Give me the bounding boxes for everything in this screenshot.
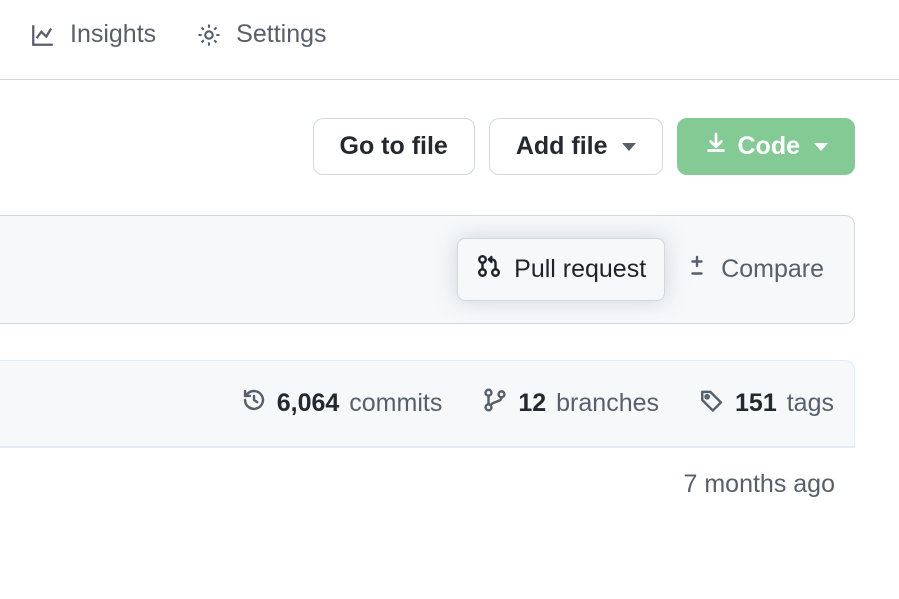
tab-label: Insights [70, 20, 156, 49]
tags-label: tags [787, 389, 834, 418]
relative-time: 7 months ago [684, 470, 836, 499]
compare-button[interactable]: Compare [669, 240, 840, 299]
button-label: Compare [721, 255, 824, 284]
history-icon [241, 387, 267, 420]
tags-link[interactable]: 151 tags [699, 387, 834, 420]
tab-settings[interactable]: Settings [196, 20, 326, 49]
button-label: Code [738, 132, 801, 161]
chevron-down-icon [622, 143, 636, 151]
graph-icon [30, 22, 56, 48]
gear-icon [196, 22, 222, 48]
repo-nav-tabs: Insights Settings [0, 0, 899, 80]
commits-count: 6,064 [277, 389, 340, 418]
repo-stats: 6,064 commits 12 branches 151 tags [0, 360, 855, 447]
diff-icon [685, 254, 709, 285]
button-label: Go to file [340, 132, 448, 161]
git-branch-icon [482, 387, 508, 420]
branches-count: 12 [518, 389, 546, 418]
commits-label: commits [349, 389, 442, 418]
tab-label: Settings [236, 20, 326, 49]
pull-request-button[interactable]: Pull request [457, 238, 665, 301]
download-icon [704, 131, 728, 162]
tags-count: 151 [735, 389, 777, 418]
commits-link[interactable]: 6,064 commits [241, 387, 443, 420]
branches-link[interactable]: 12 branches [482, 387, 659, 420]
branch-compare-bar: Pull request Compare [0, 215, 855, 324]
code-button[interactable]: Code [677, 118, 856, 175]
button-label: Add file [516, 132, 608, 161]
git-pull-request-icon [476, 253, 502, 286]
tab-insights[interactable]: Insights [30, 20, 156, 49]
branches-label: branches [556, 389, 659, 418]
go-to-file-button[interactable]: Go to file [313, 118, 475, 175]
file-toolbar: Go to file Add file Code [0, 80, 899, 195]
chevron-down-icon [814, 143, 828, 151]
button-label: Pull request [514, 255, 646, 284]
tag-icon [699, 387, 725, 420]
file-row: 7 months ago [0, 447, 855, 521]
add-file-button[interactable]: Add file [489, 118, 663, 175]
